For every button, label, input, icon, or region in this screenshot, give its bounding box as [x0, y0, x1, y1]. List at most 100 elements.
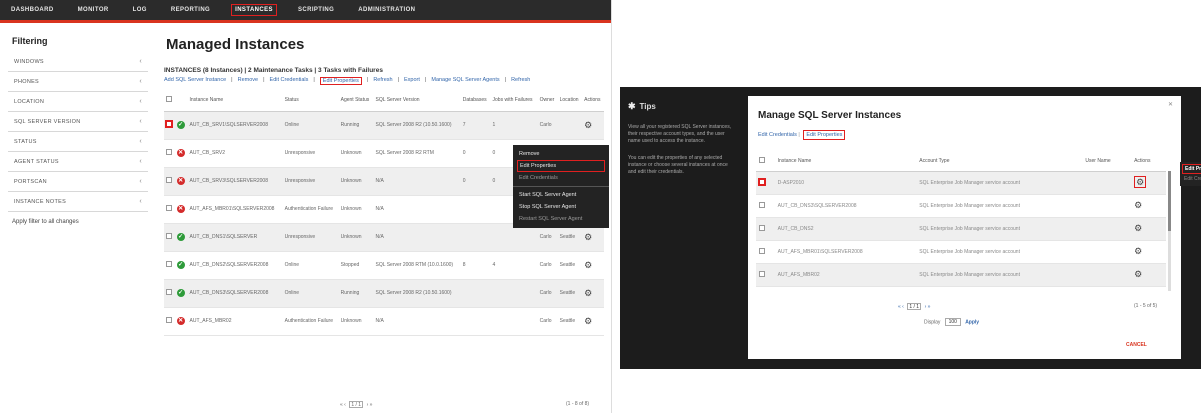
gear-icon[interactable]: ⚙ [584, 316, 592, 326]
row-checkbox[interactable] [759, 247, 765, 254]
filter-agent-status[interactable]: AGENT STATUS ‹ [8, 152, 148, 172]
checkbox-cell[interactable] [164, 139, 175, 168]
column-header[interactable]: Jobs with Failures [490, 89, 538, 112]
column-header[interactable]: User Name [1082, 151, 1132, 172]
display-count-input[interactable]: 100 [944, 318, 961, 326]
row-checkbox[interactable] [165, 120, 173, 128]
table-row[interactable]: ✕ AUT_AFS_MBR02 Authentication Failure Unkn… [164, 307, 604, 336]
gear-icon[interactable]: ⚙ [1134, 246, 1142, 256]
table-row[interactable]: AUT_CB_DNS3\SQLSERVER2008 SQL Enterprise … [756, 194, 1166, 218]
checkbox-cell[interactable] [164, 251, 175, 280]
menu-item[interactable]: Edit Credentials [513, 172, 609, 184]
menu-item[interactable]: Edit Properties [1182, 164, 1201, 174]
filter-status[interactable]: STATUS ‹ [8, 132, 148, 152]
actions-cell[interactable]: ⚙ [582, 111, 604, 140]
row-checkbox[interactable] [166, 149, 172, 155]
select-all-checkbox[interactable] [759, 156, 765, 163]
gear-icon[interactable]: ⚙ [1134, 176, 1147, 188]
actions-cell[interactable]: ⚙ [1131, 240, 1166, 264]
header-checkbox-cell[interactable] [756, 151, 775, 172]
action-link[interactable]: Refresh [373, 77, 392, 85]
column-header[interactable]: Instance Name [187, 89, 283, 112]
table-row[interactable]: AUT_AFS_MBR01\SQLSERVER2008 SQL Enterpris… [756, 240, 1166, 264]
action-link[interactable]: Manage SQL Server Agents [431, 77, 499, 85]
nav-item-monitor[interactable]: MONITOR [75, 5, 112, 15]
actions-cell[interactable]: ⚙ [1131, 194, 1166, 218]
cancel-button[interactable]: CANCEL [1126, 342, 1147, 348]
menu-item[interactable]: Edit Properties [517, 160, 605, 172]
row-checkbox[interactable] [759, 201, 765, 208]
table-row[interactable]: ✓ AUT_CB_DNS3\SQLSERVER2008 Online Running S… [164, 279, 604, 308]
nav-item-administration[interactable]: ADMINISTRATION [355, 5, 418, 15]
actions-cell[interactable]: ⚙ [582, 251, 604, 280]
table-row[interactable]: ✓ AUT_CB_DNS2\SQLSERVER2008 Online Stopped S… [164, 251, 604, 280]
actions-cell[interactable]: ⚙ [582, 279, 604, 308]
action-link[interactable]: Edit Properties [319, 77, 362, 85]
actions-cell[interactable]: ⚙ [1131, 263, 1166, 287]
apply-filter-link[interactable]: Apply filter to all changes [8, 219, 148, 225]
nav-item-instances[interactable]: INSTANCES [231, 4, 277, 16]
filter-instance-notes[interactable]: INSTANCE NOTES ‹ [8, 192, 148, 212]
scrollbar[interactable] [1168, 171, 1171, 291]
menu-item[interactable]: Restart SQL Server Agent [513, 213, 609, 225]
edit-properties-link[interactable]: Edit Properties [803, 130, 846, 140]
table-row[interactable]: AUT_AFS_MBR02 SQL Enterprise Job Manager … [756, 263, 1166, 287]
action-link[interactable]: Add SQL Server Instance [164, 77, 226, 85]
gear-icon[interactable]: ⚙ [1134, 223, 1142, 233]
action-link[interactable]: Edit Credentials [270, 77, 309, 85]
prev-page-icon[interactable]: « ‹ [340, 402, 346, 408]
nav-item-scripting[interactable]: SCRIPTING [295, 5, 337, 15]
column-header[interactable]: Status [282, 89, 339, 112]
nav-item-dashboard[interactable]: DASHBOARD [8, 5, 57, 15]
row-checkbox[interactable] [758, 177, 766, 186]
menu-item[interactable]: Edit Credentials [1180, 174, 1201, 184]
checkbox-cell[interactable] [164, 279, 175, 308]
checkbox-cell[interactable] [756, 217, 775, 241]
gear-icon[interactable]: ⚙ [584, 288, 592, 298]
action-link[interactable]: Export [404, 77, 420, 85]
column-header[interactable]: Owner [537, 89, 558, 112]
action-link[interactable]: Remove [238, 77, 258, 85]
column-header[interactable]: Location [557, 89, 583, 112]
edit-credentials-link[interactable]: Edit Credentials [758, 132, 797, 138]
row-checkbox[interactable] [759, 270, 765, 277]
prev-page-icon[interactable]: « ‹ [898, 304, 904, 310]
column-header[interactable]: Databases [460, 89, 491, 112]
filter-windows[interactable]: WINDOWS ‹ [8, 52, 148, 72]
select-all-checkbox[interactable] [166, 95, 172, 102]
column-header[interactable]: SQL Server Version [373, 89, 461, 112]
gear-icon[interactable]: ⚙ [584, 232, 592, 242]
checkbox-cell[interactable] [756, 263, 775, 287]
column-header[interactable]: Actions [582, 89, 604, 112]
apply-button[interactable]: Apply [965, 319, 979, 325]
row-checkbox[interactable] [166, 177, 172, 183]
gear-icon[interactable]: ⚙ [584, 260, 592, 270]
checkbox-cell[interactable] [756, 240, 775, 264]
row-checkbox[interactable] [166, 289, 172, 295]
table-row[interactable]: D-ASP2010 SQL Enterprise Job Manager serv… [756, 171, 1166, 195]
page-input[interactable]: 1 / 1 [349, 401, 364, 408]
gear-icon[interactable]: ⚙ [1134, 269, 1142, 279]
checkbox-cell[interactable] [756, 171, 775, 195]
header-checkbox-cell[interactable] [164, 89, 175, 112]
next-page-icon[interactable]: › » [925, 304, 931, 310]
column-header[interactable]: Account Type [916, 151, 1083, 172]
actions-cell[interactable]: ⚙ [1131, 171, 1166, 195]
gear-icon[interactable]: ⚙ [1134, 200, 1142, 210]
checkbox-cell[interactable] [164, 195, 175, 224]
filter-location[interactable]: LOCATION ‹ [8, 92, 148, 112]
row-checkbox[interactable] [166, 233, 172, 239]
row-checkbox[interactable] [166, 205, 172, 211]
column-header[interactable]: Instance Name [774, 151, 917, 172]
row-checkbox[interactable] [166, 261, 172, 267]
row-checkbox[interactable] [166, 317, 172, 323]
scrollbar-thumb[interactable] [1168, 171, 1171, 231]
filter-phones[interactable]: PHONES ‹ [8, 72, 148, 92]
nav-item-log[interactable]: LOG [130, 5, 150, 15]
table-row[interactable]: ✓ AUT_CB_SRV1\SQLSERVER2008 Online Running S… [164, 111, 604, 140]
next-page-icon[interactable]: › » [367, 402, 373, 408]
page-input[interactable]: 1 / 1 [907, 303, 922, 310]
table-row[interactable]: AUT_CB_DNS2 SQL Enterprise Job Manager se… [756, 217, 1166, 241]
checkbox-cell[interactable] [164, 111, 175, 140]
close-icon[interactable]: ✕ [1168, 101, 1173, 108]
